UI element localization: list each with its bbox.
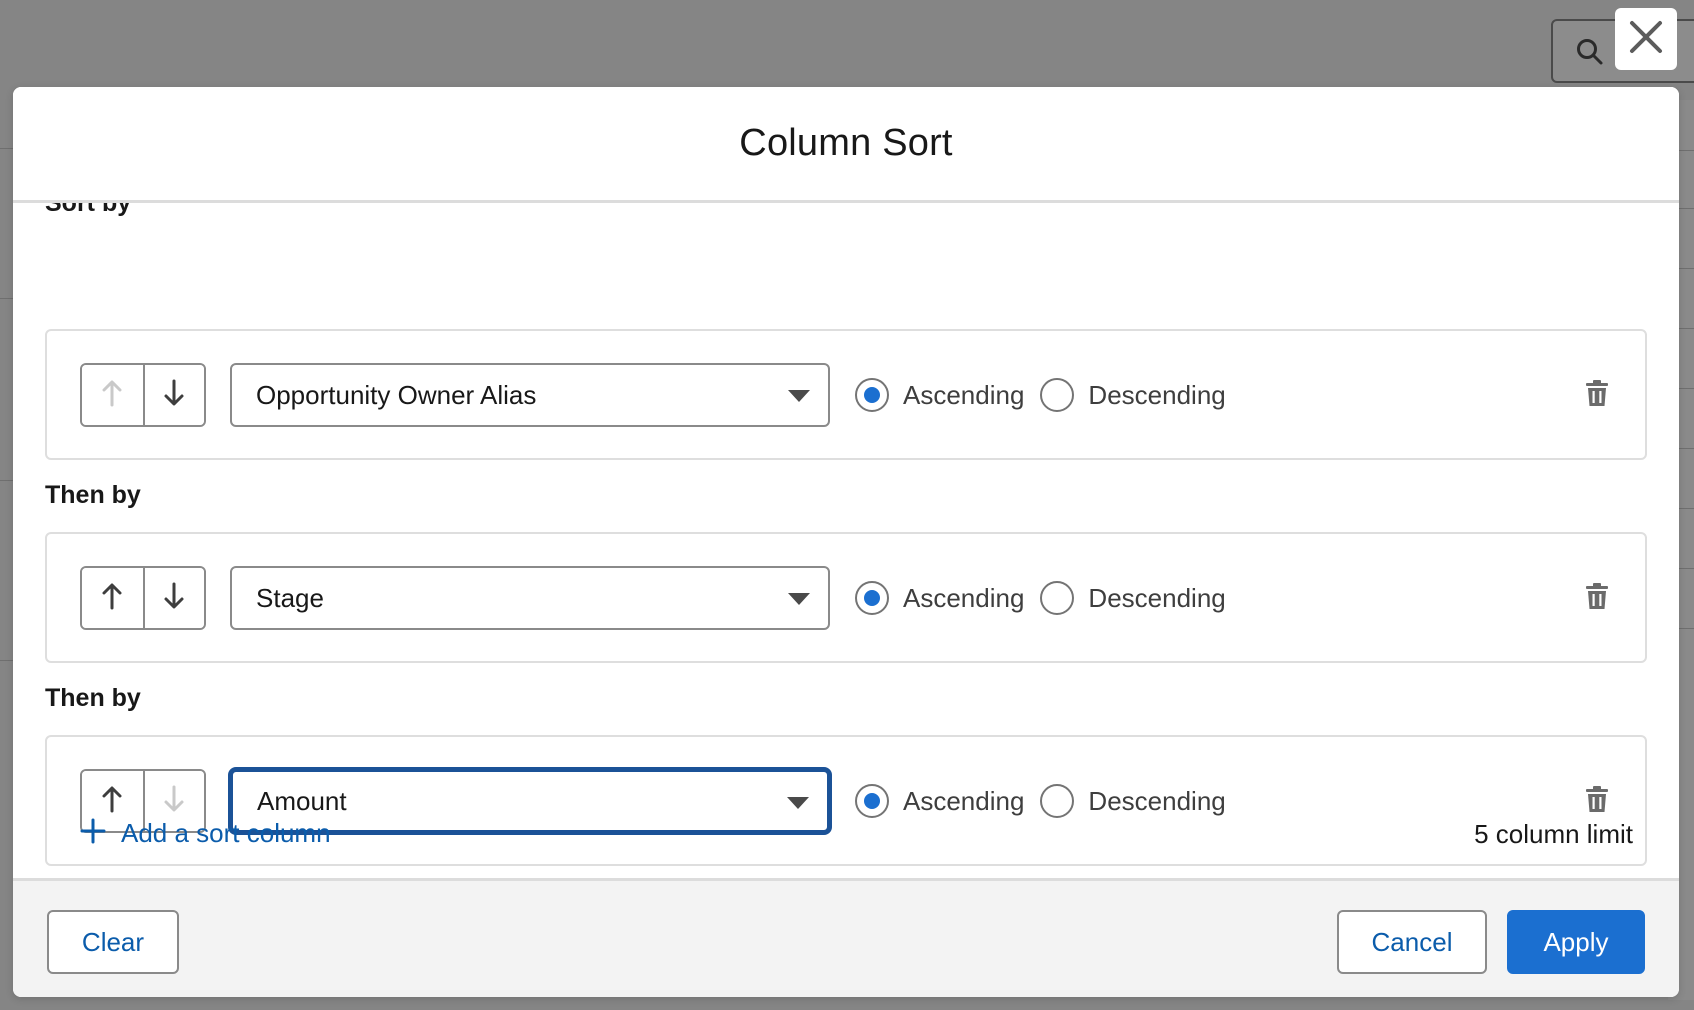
ascending-label: Ascending xyxy=(903,582,1025,613)
ascending-label: Ascending xyxy=(903,785,1025,816)
modal-body: Sort by Opportunity Owner Alias Ascendin… xyxy=(13,203,1679,965)
radio-unchecked-icon xyxy=(1040,784,1075,818)
descending-label: Descending xyxy=(1088,785,1226,816)
descending-radio[interactable]: Descending xyxy=(1040,581,1226,615)
descending-radio[interactable]: Descending xyxy=(1040,378,1226,412)
modal-header: Column Sort xyxy=(13,87,1679,203)
move-up-button[interactable] xyxy=(82,568,143,628)
arrow-down-icon xyxy=(163,582,185,615)
descending-label: Descending xyxy=(1088,379,1226,410)
modal-footer: Clear Cancel Apply xyxy=(13,878,1679,997)
background-divider xyxy=(0,480,14,481)
move-down-button[interactable] xyxy=(142,568,204,628)
sort-order-radio-group: Ascending Descending xyxy=(855,566,1242,630)
column-sort-modal: Column Sort Sort by Opportunity Owner Al… xyxy=(13,87,1679,997)
chevron-down-icon xyxy=(788,593,810,605)
trash-icon xyxy=(1585,379,1609,412)
arrow-down-icon xyxy=(163,379,185,412)
then-by-label: Then by xyxy=(45,481,141,509)
arrow-up-icon xyxy=(101,785,123,818)
arrow-down-icon xyxy=(163,785,185,818)
sort-order-radio-group: Ascending Descending xyxy=(855,363,1242,427)
then-by-label: Then by xyxy=(45,684,141,712)
descending-radio[interactable]: Descending xyxy=(1040,784,1226,818)
ascending-radio[interactable]: Ascending xyxy=(855,378,1024,412)
ascending-label: Ascending xyxy=(903,379,1025,410)
chevron-down-icon xyxy=(788,390,810,402)
arrow-up-icon xyxy=(101,582,123,615)
sort-field-select[interactable]: Opportunity Owner Alias xyxy=(230,363,830,427)
sort-row: Opportunity Owner Alias Ascending Descen… xyxy=(45,329,1647,460)
add-sort-column-label: Add a sort column xyxy=(121,818,331,848)
sort-field-value: Opportunity Owner Alias xyxy=(256,379,537,410)
sort-order-radio-group: Ascending Descending xyxy=(855,769,1242,833)
add-sort-column-button[interactable]: Add a sort column xyxy=(79,817,331,850)
plus-icon xyxy=(79,817,107,850)
column-limit-text: 5 column limit xyxy=(1474,819,1633,849)
sort-by-label: Sort by xyxy=(45,203,132,217)
background-divider xyxy=(0,298,14,299)
sort-field-select[interactable]: Stage xyxy=(230,566,830,630)
delete-sort-button[interactable] xyxy=(1583,785,1611,817)
move-down-button[interactable] xyxy=(142,365,204,425)
background-divider xyxy=(0,660,14,661)
sort-field-value: Stage xyxy=(256,582,324,613)
radio-checked-icon xyxy=(855,378,889,412)
radio-unchecked-icon xyxy=(1040,378,1075,412)
ascending-radio[interactable]: Ascending xyxy=(855,784,1024,818)
descending-label: Descending xyxy=(1088,582,1226,613)
move-buttons xyxy=(80,363,206,427)
trash-icon xyxy=(1585,582,1609,615)
ascending-radio[interactable]: Ascending xyxy=(855,581,1024,615)
trash-icon xyxy=(1585,785,1609,818)
delete-sort-button[interactable] xyxy=(1583,379,1611,411)
cancel-button[interactable]: Cancel xyxy=(1337,910,1487,974)
move-up-button[interactable] xyxy=(82,365,143,425)
radio-unchecked-icon xyxy=(1040,581,1075,615)
radio-checked-icon xyxy=(855,581,889,615)
close-button[interactable] xyxy=(1615,8,1677,70)
sort-row: Stage Ascending Descending xyxy=(45,532,1647,663)
apply-button[interactable]: Apply xyxy=(1507,910,1645,974)
radio-checked-icon xyxy=(855,784,889,818)
background-divider xyxy=(0,148,14,149)
delete-sort-button[interactable] xyxy=(1583,582,1611,614)
modal-title: Column Sort xyxy=(739,122,953,164)
search-icon xyxy=(1575,37,1605,72)
clear-button[interactable]: Clear xyxy=(47,910,179,974)
chevron-down-icon xyxy=(787,797,809,809)
sort-field-value: Amount xyxy=(257,785,347,816)
move-buttons xyxy=(80,566,206,630)
arrow-up-icon xyxy=(101,379,123,412)
close-icon xyxy=(1628,19,1664,60)
